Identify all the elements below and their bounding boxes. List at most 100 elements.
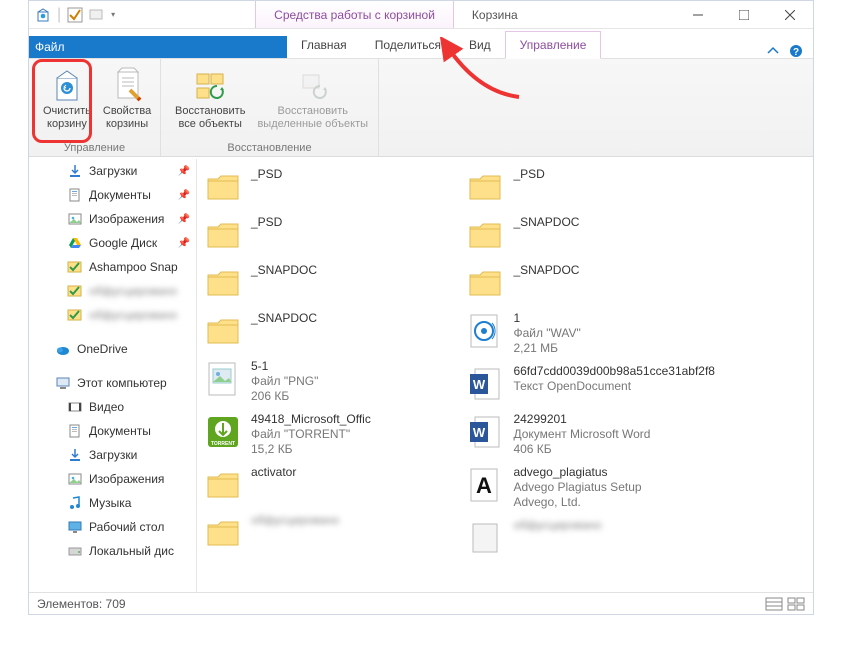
restore-all-icon <box>190 65 230 105</box>
pin-icon: 📌 <box>178 190 190 201</box>
sidebar-item-label: Документы <box>89 424 151 438</box>
documents-icon <box>67 187 83 203</box>
pin-icon: 📌 <box>178 214 190 225</box>
file-type: Файл "WAV" <box>513 326 580 341</box>
file-size: 15,2 КБ <box>251 442 371 457</box>
sidebar-item[interactable]: Этот компьютер <box>29 371 196 395</box>
file-item[interactable]: обфусцировано <box>197 509 455 557</box>
bin-properties-icon <box>107 65 147 105</box>
pictures-icon <box>67 211 83 227</box>
gdrive-icon <box>67 235 83 251</box>
file-name: _SNAPDOC <box>251 263 317 278</box>
sidebar-item[interactable]: OneDrive <box>29 337 196 361</box>
word-icon: W <box>465 364 505 404</box>
svg-text:W: W <box>473 377 486 392</box>
bin-properties-button[interactable]: Свойства корзины <box>97 63 157 138</box>
view-details-icon[interactable] <box>765 597 783 611</box>
file-list[interactable]: _PSD_PSD_SNAPDOC_SNAPDOC5-1Файл "PNG"206… <box>197 159 813 592</box>
sidebar-item[interactable]: Изображения📌 <box>29 207 196 231</box>
file-item[interactable]: _SNAPDOC <box>197 259 455 307</box>
qat-separator: | <box>57 6 61 24</box>
file-item[interactable]: 5-1Файл "PNG"206 КБ <box>197 355 455 408</box>
sidebar-item[interactable]: Документы <box>29 419 196 443</box>
tab-share[interactable]: Поделиться <box>361 32 455 58</box>
video-icon <box>67 399 83 415</box>
file-type: Advego Plagiatus Setup <box>513 480 641 495</box>
file-size: 2,21 МБ <box>513 341 580 356</box>
folder-icon <box>203 465 243 505</box>
file-item[interactable]: 1Файл "WAV"2,21 МБ <box>459 307 717 360</box>
recycle-bin-icon <box>35 7 51 23</box>
file-name: _SNAPDOC <box>251 311 317 326</box>
file-item[interactable]: W24299201Документ Microsoft Word406 КБ <box>459 408 717 461</box>
restore-selected-icon <box>293 65 333 105</box>
bin-properties-label: Свойства корзины <box>103 105 151 131</box>
file-size: 206 КБ <box>251 389 318 404</box>
sidebar-item[interactable]: Музыка <box>29 491 196 515</box>
file-item[interactable]: _PSD <box>459 163 717 211</box>
desktop-icon <box>67 519 83 535</box>
qat-checkbox-icon[interactable] <box>67 7 83 23</box>
generic-icon <box>465 518 505 558</box>
folder-icon <box>203 513 243 553</box>
qat-new-folder-icon[interactable] <box>89 7 105 23</box>
sidebar-item[interactable]: Рабочий стол <box>29 515 196 539</box>
file-name: 5-1 <box>251 359 318 374</box>
restore-all-button[interactable]: Восстановить все объекты <box>169 63 251 138</box>
maximize-button[interactable] <box>721 1 767 29</box>
music-icon <box>67 495 83 511</box>
view-icons-icon[interactable] <box>787 597 805 611</box>
sidebar-item[interactable]: обфусцировано <box>29 303 196 327</box>
torrent-icon: TORRENT <box>203 412 243 452</box>
sidebar-item-label: Google Диск <box>89 236 157 250</box>
file-name: 66fd7cdd0039d00b98a51cce31abf2f8 <box>513 364 715 379</box>
minimize-ribbon-icon[interactable] <box>767 45 779 57</box>
sidebar-item-label: Загрузки <box>89 164 137 178</box>
sidebar-item[interactable]: Локальный дис <box>29 539 196 563</box>
sidebar-item-label: Локальный дис <box>89 544 174 558</box>
tab-manage[interactable]: Управление <box>505 31 602 59</box>
svg-text:W: W <box>473 425 486 440</box>
sidebar-item[interactable]: Документы📌 <box>29 183 196 207</box>
tab-main[interactable]: Главная <box>287 32 361 58</box>
sidebar-item-label: Изображения <box>89 472 164 486</box>
sidebar-item[interactable]: Изображения <box>29 467 196 491</box>
file-item[interactable]: activator <box>197 461 455 509</box>
file-item[interactable]: _PSD <box>197 211 455 259</box>
file-type: Текст OpenDocument <box>513 379 715 394</box>
close-button[interactable] <box>767 1 813 29</box>
tab-file[interactable]: Файл <box>29 36 287 58</box>
pc-icon <box>55 375 71 391</box>
file-item[interactable]: _SNAPDOC <box>459 259 717 307</box>
file-item[interactable]: _SNAPDOC <box>459 211 717 259</box>
group-manage-label: Управление <box>29 142 160 154</box>
file-item[interactable]: _SNAPDOC <box>197 307 455 355</box>
documents-icon <box>67 423 83 439</box>
svg-text:TORRENT: TORRENT <box>211 441 235 447</box>
png-icon <box>203 359 243 399</box>
navigation-pane[interactable]: Загрузки📌Документы📌Изображения📌Google Ди… <box>29 159 197 592</box>
file-name: activator <box>251 465 296 480</box>
file-item[interactable]: обфусцировано <box>459 514 717 562</box>
tab-view[interactable]: Вид <box>455 32 505 58</box>
sidebar-item[interactable]: Google Диск 📌 <box>29 231 196 255</box>
empty-bin-button[interactable]: Очистить корзину <box>37 63 97 138</box>
pin-icon: 📌 <box>178 238 190 249</box>
file-item[interactable]: TORRENT49418_Microsoft_OfficФайл "TORREN… <box>197 408 455 461</box>
sidebar-item[interactable]: Ashampoo Snap <box>29 255 196 279</box>
sidebar-item[interactable]: обфусцировано <box>29 279 196 303</box>
sidebar-item[interactable]: Видео <box>29 395 196 419</box>
help-icon[interactable]: ? <box>789 44 803 58</box>
file-item[interactable]: Aadvego_plagiatusAdvego Plagiatus SetupA… <box>459 461 717 514</box>
qat-dropdown-icon[interactable]: ▾ <box>111 10 115 19</box>
window-title: Корзина <box>472 8 518 22</box>
file-type: Документ Microsoft Word <box>513 427 650 442</box>
file-item[interactable]: _PSD <box>197 163 455 211</box>
sidebar-item-label: Музыка <box>89 496 131 510</box>
status-bar: Элементов: 709 <box>29 592 813 614</box>
sidebar-item[interactable]: Загрузки <box>29 443 196 467</box>
group-restore-label: Восстановление <box>161 142 378 154</box>
sidebar-item[interactable]: Загрузки📌 <box>29 159 196 183</box>
file-item[interactable]: W 66fd7cdd0039d00b98a51cce31abf2f8Текст O… <box>459 360 717 408</box>
minimize-button[interactable] <box>675 1 721 29</box>
